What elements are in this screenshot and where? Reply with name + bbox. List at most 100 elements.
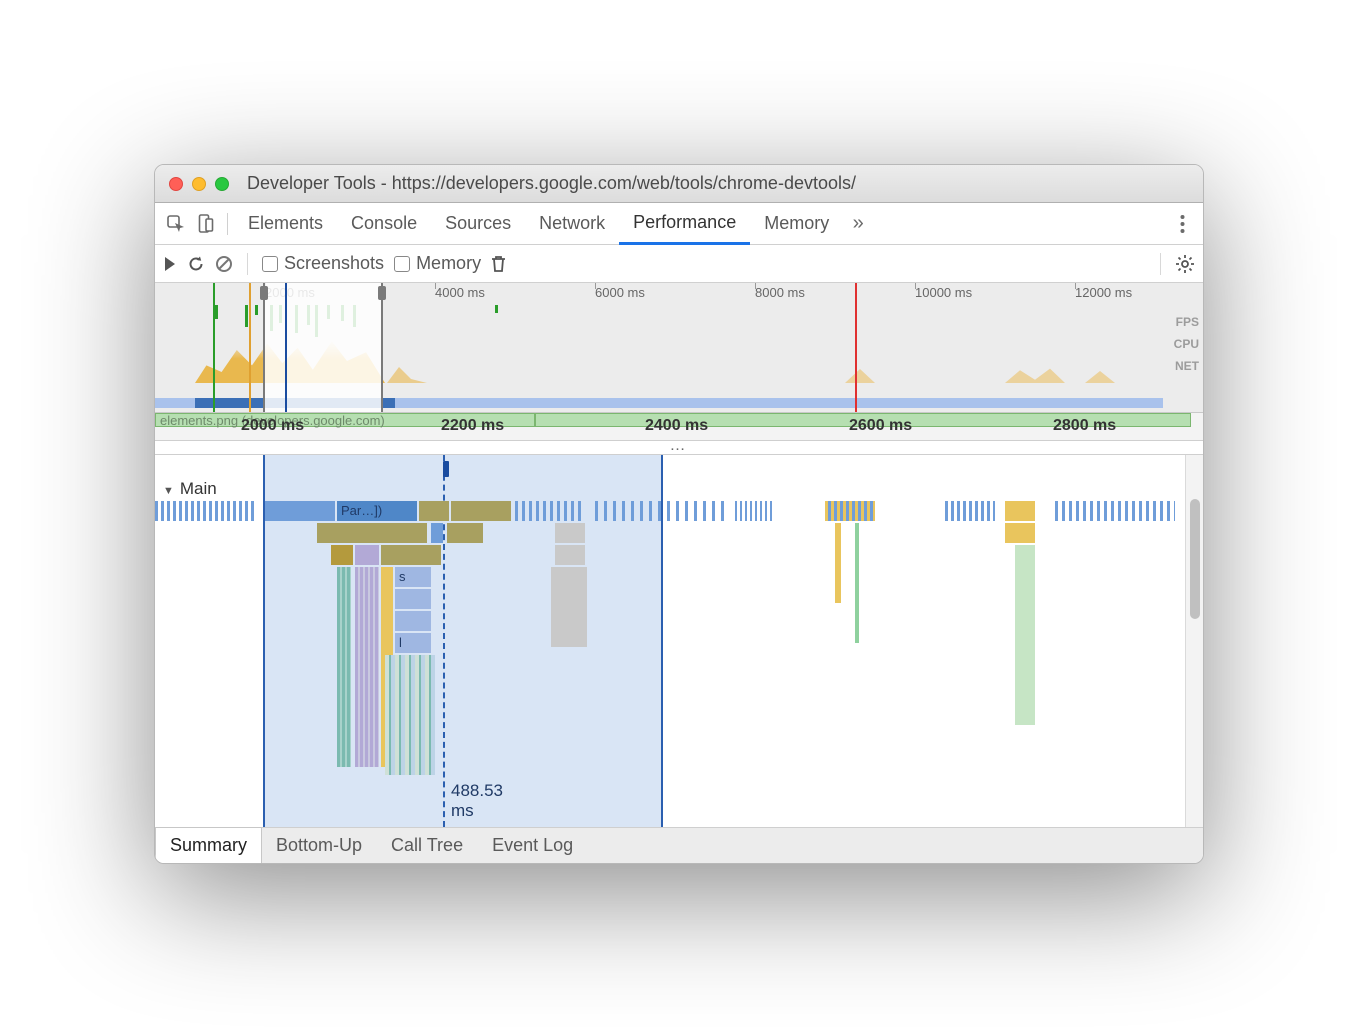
tab-network[interactable]: Network: [525, 203, 619, 244]
frame-bar[interactable]: [447, 523, 483, 543]
bar-label: s: [395, 569, 406, 584]
divider: [227, 213, 228, 235]
frame-bar[interactable]: [331, 545, 353, 565]
devtools-window: Developer Tools - https://developers.goo…: [154, 164, 1204, 864]
more-tabs-icon[interactable]: »: [843, 209, 873, 239]
scrollbar[interactable]: [1185, 455, 1203, 827]
tab-call-tree[interactable]: Call Tree: [377, 828, 478, 863]
clear-icon[interactable]: [215, 255, 233, 273]
tab-console[interactable]: Console: [337, 203, 431, 244]
marker-domcontent: [249, 283, 251, 412]
frame-bar[interactable]: [355, 567, 379, 767]
reload-icon[interactable]: [187, 255, 205, 273]
scrollbar-thumb[interactable]: [1190, 499, 1200, 619]
main-thread-toggle[interactable]: Main: [163, 479, 217, 499]
screenshots-checkbox[interactable]: Screenshots: [262, 253, 384, 274]
inspect-icon[interactable]: [161, 209, 191, 239]
gear-icon[interactable]: [1175, 254, 1195, 274]
task-bar[interactable]: [1005, 501, 1035, 521]
window-titlebar[interactable]: Developer Tools - https://developers.goo…: [155, 165, 1203, 203]
frame-bar[interactable]: [555, 545, 585, 565]
marker-fcp: [285, 283, 287, 412]
tick-label: 2400 ms: [645, 417, 708, 435]
kebab-menu-icon[interactable]: [1167, 209, 1197, 239]
frame-bar[interactable]: [395, 611, 431, 631]
frame-bar[interactable]: s: [395, 567, 431, 587]
frame-bar[interactable]: [395, 589, 431, 609]
task-bar[interactable]: [1055, 501, 1175, 521]
cursor-time-label: 488.53 ms: [451, 781, 503, 821]
cursor-handle-icon[interactable]: [443, 461, 449, 477]
collapsed-track-icon[interactable]: …: [155, 441, 1203, 455]
task-bar[interactable]: [595, 501, 725, 521]
tab-sources[interactable]: Sources: [431, 203, 525, 244]
trash-icon[interactable]: [491, 255, 506, 273]
tab-elements[interactable]: Elements: [234, 203, 337, 244]
close-icon[interactable]: [169, 177, 183, 191]
task-bar[interactable]: Par…]): [337, 501, 417, 521]
tab-label: Elements: [248, 213, 323, 234]
tab-event-log[interactable]: Event Log: [478, 828, 588, 863]
tick-label: 2800 ms: [1053, 417, 1116, 435]
memory-checkbox[interactable]: Memory: [394, 253, 481, 274]
frame-bar[interactable]: [551, 567, 587, 647]
selection-handle-left[interactable]: [260, 286, 268, 300]
frame-bar[interactable]: [555, 523, 585, 543]
tick-label: 10000 ms: [915, 285, 972, 300]
frame-bar[interactable]: [317, 523, 427, 543]
checkbox-label: Memory: [416, 253, 481, 273]
section-label: Main: [180, 479, 217, 498]
tab-label: Bottom-Up: [276, 835, 362, 856]
record-icon[interactable]: [163, 256, 177, 272]
frame-bar[interactable]: [835, 523, 841, 603]
checkbox-label: Screenshots: [284, 253, 384, 273]
tick-label: 12000 ms: [1075, 285, 1132, 300]
task-bar[interactable]: [419, 501, 449, 521]
zoom-icon[interactable]: [215, 177, 229, 191]
panel-tabs: Elements Console Sources Network Perform…: [155, 203, 1203, 245]
flame-chart[interactable]: Main 488.53 ms Par…]): [155, 455, 1203, 827]
task-bar[interactable]: [825, 501, 875, 521]
tab-summary[interactable]: Summary: [155, 827, 262, 863]
task-bar[interactable]: [265, 501, 335, 521]
tick-label: 8000 ms: [755, 285, 805, 300]
frame-bar[interactable]: [381, 545, 441, 565]
overview-pane[interactable]: 2000 ms 4000 ms 6000 ms 8000 ms 10000 ms…: [155, 283, 1203, 413]
frame-bar[interactable]: [1015, 545, 1035, 725]
tick-label: 2600 ms: [849, 417, 912, 435]
tab-label: Call Tree: [391, 835, 463, 856]
tab-performance[interactable]: Performance: [619, 204, 750, 245]
tab-label: Event Log: [492, 835, 573, 856]
time-ruler[interactable]: elements.png (developers.google.com) 200…: [155, 413, 1203, 441]
tab-label: Sources: [445, 213, 511, 234]
tab-memory[interactable]: Memory: [750, 203, 843, 244]
frame-bar[interactable]: [1005, 523, 1035, 543]
frame-bar[interactable]: [855, 523, 859, 643]
performance-toolbar: Screenshots Memory: [155, 245, 1203, 283]
marker-lcp: [855, 283, 857, 412]
device-toggle-icon[interactable]: [191, 209, 221, 239]
task-bar[interactable]: [515, 501, 585, 521]
tick-label: 2200 ms: [441, 417, 504, 435]
frame-bar[interactable]: [355, 545, 379, 565]
tab-label: Console: [351, 213, 417, 234]
tab-label: Memory: [764, 213, 829, 234]
tab-label: Performance: [633, 212, 736, 233]
frame-bar[interactable]: [337, 567, 351, 767]
task-bar[interactable]: [945, 501, 995, 521]
task-bar[interactable]: [155, 501, 255, 521]
frame-bar[interactable]: l: [395, 633, 431, 653]
minimize-icon[interactable]: [192, 177, 206, 191]
overview-selection[interactable]: [263, 283, 383, 412]
selection-handle-right[interactable]: [378, 286, 386, 300]
frame-bar[interactable]: [385, 655, 435, 775]
task-bar[interactable]: [451, 501, 511, 521]
details-tabs: Summary Bottom-Up Call Tree Event Log: [155, 827, 1203, 863]
task-bar[interactable]: [735, 501, 775, 521]
tab-bottom-up[interactable]: Bottom-Up: [262, 828, 377, 863]
frame-bar[interactable]: [431, 523, 443, 543]
tick-label: 4000 ms: [435, 285, 485, 300]
tab-label: Network: [539, 213, 605, 234]
marker-load: [213, 283, 215, 412]
divider: [1160, 253, 1161, 275]
